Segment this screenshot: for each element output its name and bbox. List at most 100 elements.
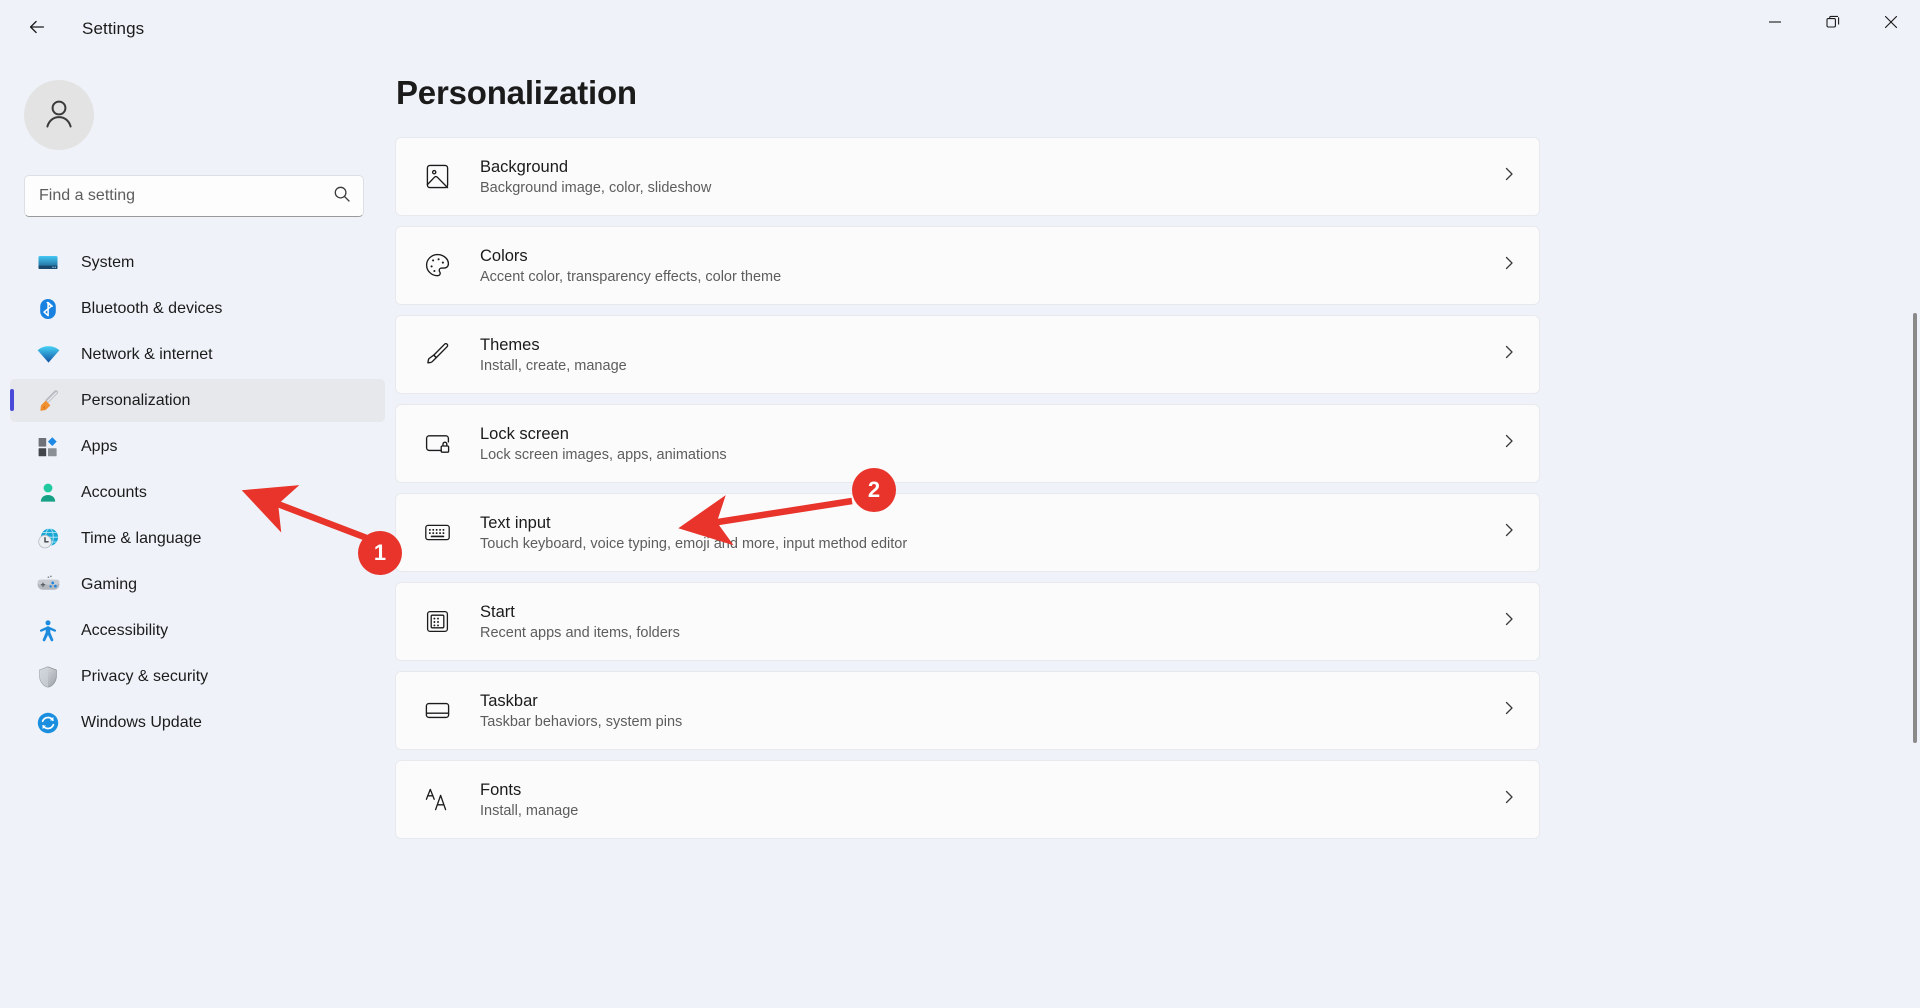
sidebar-item-label: System [81, 253, 135, 271]
sidebar-item-bluetooth-devices[interactable]: Bluetooth & devices [10, 287, 385, 330]
sidebar-item-label: Accounts [81, 483, 147, 501]
sidebar-item-label: Time & language [81, 529, 202, 547]
sidebar-item-apps[interactable]: Apps [10, 425, 385, 468]
sidebar-item-label: Bluetooth & devices [81, 299, 223, 317]
account-person-icon [35, 480, 61, 506]
minimize-icon [1768, 15, 1782, 34]
sidebar-item-network-internet[interactable]: Network & internet [10, 333, 385, 376]
search-icon[interactable] [333, 185, 351, 208]
sidebar-item-label: Personalization [81, 391, 191, 409]
sidebar-item-privacy-security[interactable]: Privacy & security [10, 655, 385, 698]
settings-window: Settings Find a setting System Bluetooth… [0, 0, 1920, 1008]
restore-button[interactable] [1804, 0, 1862, 48]
chevron-right-icon [1501, 344, 1517, 365]
settings-card-lock-screen[interactable]: Lock screen Lock screen images, apps, an… [395, 404, 1540, 483]
chevron-right-icon [1501, 433, 1517, 454]
card-subtitle: Lock screen images, apps, animations [480, 446, 727, 463]
keyboard-icon [420, 516, 454, 550]
chevron-right-icon [1501, 166, 1517, 187]
search-field-wrapper [24, 175, 364, 217]
system-monitor-icon [35, 250, 61, 276]
scrollbar[interactable] [1913, 313, 1917, 993]
sidebar-item-label: Network & internet [81, 345, 213, 363]
sidebar-item-windows-update[interactable]: Windows Update [10, 701, 385, 744]
window-controls [1746, 0, 1920, 48]
sidebar: System Bluetooth & devices [0, 58, 395, 1008]
paintbrush-outline-icon [420, 338, 454, 372]
card-title: Lock screen [480, 424, 569, 443]
close-icon [1884, 15, 1898, 34]
chevron-right-icon [1501, 789, 1517, 810]
card-title: Text input [480, 513, 551, 532]
chevron-right-icon [1501, 700, 1517, 721]
restore-icon [1826, 15, 1840, 34]
picture-icon [420, 160, 454, 194]
main-content: Personalization Background Background im… [395, 58, 1920, 1008]
scrollbar-thumb[interactable] [1913, 313, 1917, 743]
avatar[interactable] [24, 80, 94, 150]
accessibility-person-icon [35, 618, 61, 644]
fonts-aa-icon [420, 783, 454, 817]
search-box[interactable] [24, 175, 364, 217]
taskbar-icon [420, 694, 454, 728]
back-arrow-icon [26, 16, 48, 43]
chevron-right-icon [1501, 522, 1517, 543]
title-bar: Settings [0, 0, 1920, 58]
card-title: Taskbar [480, 691, 538, 710]
sidebar-item-time-language[interactable]: Time & language [10, 517, 385, 560]
minimize-button[interactable] [1746, 0, 1804, 48]
sidebar-item-label: Accessibility [81, 621, 169, 639]
annotation-badge-2: 2 [852, 468, 896, 512]
annotation-badge-1: 1 [358, 531, 402, 575]
back-button[interactable] [14, 9, 60, 49]
sidebar-item-accessibility[interactable]: Accessibility [10, 609, 385, 652]
page-title: Personalization [396, 74, 637, 111]
settings-card-themes[interactable]: Themes Install, create, manage [395, 315, 1540, 394]
card-subtitle: Recent apps and items, folders [480, 624, 680, 641]
settings-card-text-input[interactable]: Text input Touch keyboard, voice typing,… [395, 493, 1540, 572]
wifi-icon [35, 342, 61, 368]
app-title: Settings [82, 19, 145, 38]
settings-card-start[interactable]: Start Recent apps and items, folders [395, 582, 1540, 661]
sidebar-item-label: Apps [81, 437, 118, 455]
close-button[interactable] [1862, 0, 1920, 48]
update-refresh-icon [35, 710, 61, 736]
bluetooth-icon [35, 296, 61, 322]
apps-blocks-icon [35, 434, 61, 460]
sidebar-item-accounts[interactable]: Accounts [10, 471, 385, 514]
sidebar-item-system[interactable]: System [10, 241, 385, 284]
palette-icon [420, 249, 454, 283]
card-subtitle: Accent color, transparency effects, colo… [480, 268, 782, 285]
sidebar-item-gaming[interactable]: Gaming [10, 563, 385, 606]
chevron-right-icon [1501, 255, 1517, 276]
shield-icon [35, 664, 61, 690]
settings-card-background[interactable]: Background Background image, color, slid… [395, 137, 1540, 216]
sidebar-item-personalization[interactable]: Personalization [10, 379, 385, 422]
card-subtitle: Taskbar behaviors, system pins [480, 713, 683, 730]
card-title: Start [480, 602, 515, 621]
lock-screen-icon [420, 427, 454, 461]
sidebar-nav: System Bluetooth & devices Network & int… [10, 238, 385, 747]
settings-card-taskbar[interactable]: Taskbar Taskbar behaviors, system pins [395, 671, 1540, 750]
settings-card-fonts[interactable]: Fonts Install, manage [395, 760, 1540, 839]
chevron-right-icon [1501, 611, 1517, 632]
paintbrush-icon [35, 388, 61, 414]
clock-globe-icon [35, 526, 61, 552]
search-input[interactable] [39, 187, 333, 205]
card-title: Fonts [480, 780, 522, 799]
sidebar-item-label: Privacy & security [81, 667, 209, 685]
card-subtitle: Touch keyboard, voice typing, emoji and … [480, 535, 908, 552]
settings-card-colors[interactable]: Colors Accent color, transparency effect… [395, 226, 1540, 305]
card-subtitle: Install, create, manage [480, 357, 627, 374]
card-subtitle: Background image, color, slideshow [480, 179, 712, 196]
start-menu-icon [420, 605, 454, 639]
user-avatar-icon [39, 93, 79, 138]
settings-card-list: Background Background image, color, slid… [395, 137, 1540, 839]
card-title: Themes [480, 335, 540, 354]
sidebar-item-label: Gaming [81, 575, 138, 593]
card-subtitle: Install, manage [480, 802, 579, 819]
card-title: Background [480, 157, 569, 176]
sidebar-item-label: Windows Update [81, 713, 202, 731]
gamepad-icon [35, 572, 61, 598]
card-title: Colors [480, 246, 528, 265]
